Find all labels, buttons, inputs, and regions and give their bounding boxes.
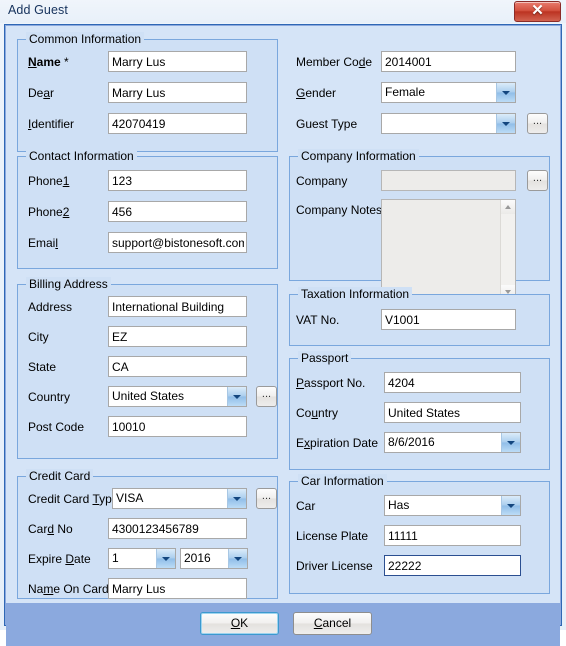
- country-browse-button[interactable]: ...: [256, 386, 277, 407]
- expire-month-value: 1: [112, 551, 119, 565]
- group-legend-billing: Billing Address: [26, 277, 111, 291]
- label-phone2: Phone2: [28, 205, 70, 219]
- label-name-on-card: Name On Card: [28, 582, 109, 596]
- group-legend-common: Common Information: [26, 32, 145, 46]
- identifier-input[interactable]: [108, 113, 247, 134]
- add-guest-dialog: Add Guest ✕ Common Information Name * De…: [0, 0, 566, 646]
- credit-card-type-value: VISA: [116, 491, 144, 505]
- company-input[interactable]: [381, 170, 516, 191]
- label-city: City: [28, 330, 49, 344]
- address-input[interactable]: [108, 296, 247, 317]
- chevron-down-icon[interactable]: [227, 387, 246, 406]
- label-vat-no: VAT No.: [296, 313, 340, 327]
- expiration-date-combobox[interactable]: 8/6/2016: [384, 432, 521, 453]
- group-legend-contact: Contact Information: [26, 149, 137, 163]
- form-panel: Common Information Name * Dear Identifie…: [6, 26, 560, 603]
- scroll-up-icon[interactable]: [501, 200, 515, 214]
- label-name: Name *: [28, 55, 69, 69]
- name-input[interactable]: [108, 51, 247, 72]
- close-button[interactable]: ✕: [514, 1, 561, 22]
- label-phone1: Phone1: [28, 174, 70, 188]
- label-email: Email: [28, 236, 59, 250]
- label-dear: Dear: [28, 86, 55, 100]
- passport-no-input[interactable]: [384, 372, 521, 393]
- group-legend-taxation: Taxation Information: [298, 287, 413, 301]
- label-country-billing: Country: [28, 390, 71, 404]
- chevron-down-icon[interactable]: [156, 549, 175, 568]
- label-expiration-date: Expiration Date: [296, 436, 379, 450]
- chevron-down-icon[interactable]: [227, 489, 246, 508]
- chevron-down-icon[interactable]: [501, 433, 520, 452]
- gender-combobox-value: Female: [385, 85, 426, 99]
- label-guest-type: Guest Type: [296, 117, 358, 131]
- chevron-down-icon[interactable]: [228, 549, 247, 568]
- guest-type-combobox[interactable]: [381, 113, 516, 134]
- label-driver-license: Driver License: [296, 559, 373, 573]
- window-title: Add Guest: [8, 3, 68, 17]
- group-legend-car: Car Information: [298, 474, 387, 488]
- label-country-passport: Country: [296, 406, 339, 420]
- label-credit-card-type: Credit Card Type: [28, 492, 119, 506]
- guest-type-browse-button[interactable]: ...: [527, 113, 548, 134]
- license-plate-input[interactable]: [384, 525, 521, 546]
- group-legend-company: Company Information: [298, 149, 419, 163]
- phone2-input[interactable]: [108, 201, 247, 222]
- credit-card-type-browse-button[interactable]: ...: [256, 488, 277, 509]
- label-car: Car: [296, 499, 316, 513]
- label-identifier: Identifier: [28, 117, 75, 131]
- label-passport-no: Passport No.: [296, 376, 366, 390]
- expiration-date-value: 8/6/2016: [388, 435, 435, 449]
- state-input[interactable]: [108, 356, 247, 377]
- country-combobox[interactable]: United States: [108, 386, 247, 407]
- title-bar: Add Guest ✕: [0, 0, 566, 23]
- label-member-code: Member Code: [296, 55, 373, 69]
- label-expire-date: Expire Date: [28, 552, 91, 566]
- driver-license-input[interactable]: [384, 555, 521, 576]
- company-notes-textarea[interactable]: [381, 199, 516, 300]
- label-post-code: Post Code: [28, 420, 85, 434]
- label-license-plate: License Plate: [296, 529, 369, 543]
- company-browse-button[interactable]: ...: [527, 170, 548, 191]
- dialog-client-area: Common Information Name * Dear Identifie…: [4, 24, 562, 646]
- expire-year-value: 2016: [184, 551, 211, 565]
- group-legend-passport: Passport: [298, 351, 352, 365]
- passport-country-input[interactable]: [384, 402, 521, 423]
- chevron-down-icon[interactable]: [496, 83, 515, 102]
- member-code-input[interactable]: [381, 51, 516, 72]
- car-combobox-value: Has: [388, 498, 410, 512]
- dialog-footer: OK Cancel: [6, 603, 560, 646]
- credit-card-type-combobox[interactable]: VISA: [112, 488, 247, 509]
- post-code-input[interactable]: [108, 416, 247, 437]
- chevron-down-icon[interactable]: [496, 114, 515, 133]
- close-icon: ✕: [531, 3, 544, 19]
- city-input[interactable]: [108, 326, 247, 347]
- label-gender: Gender: [296, 86, 337, 100]
- ok-button[interactable]: OK: [200, 612, 279, 635]
- card-no-input[interactable]: [108, 518, 247, 539]
- email-input[interactable]: [108, 232, 247, 253]
- group-legend-credit-card: Credit Card: [26, 469, 94, 483]
- expire-year-combobox[interactable]: 2016: [180, 548, 248, 569]
- dear-input[interactable]: [108, 82, 247, 103]
- cancel-button[interactable]: Cancel: [293, 612, 372, 635]
- company-notes-scrollbar[interactable]: [500, 200, 515, 299]
- label-company-notes: Company Notes: [296, 203, 383, 217]
- name-on-card-input[interactable]: [108, 578, 247, 599]
- chevron-down-icon[interactable]: [501, 496, 520, 515]
- vat-no-input[interactable]: [381, 309, 516, 330]
- expire-month-combobox[interactable]: 1: [108, 548, 176, 569]
- gender-combobox[interactable]: Female: [381, 82, 516, 103]
- label-address: Address: [28, 300, 73, 314]
- label-state: State: [28, 360, 57, 374]
- label-company: Company: [296, 174, 348, 188]
- label-card-no: Card No: [28, 522, 73, 536]
- country-combobox-value: United States: [112, 389, 185, 403]
- phone1-input[interactable]: [108, 170, 247, 191]
- car-combobox[interactable]: Has: [384, 495, 521, 516]
